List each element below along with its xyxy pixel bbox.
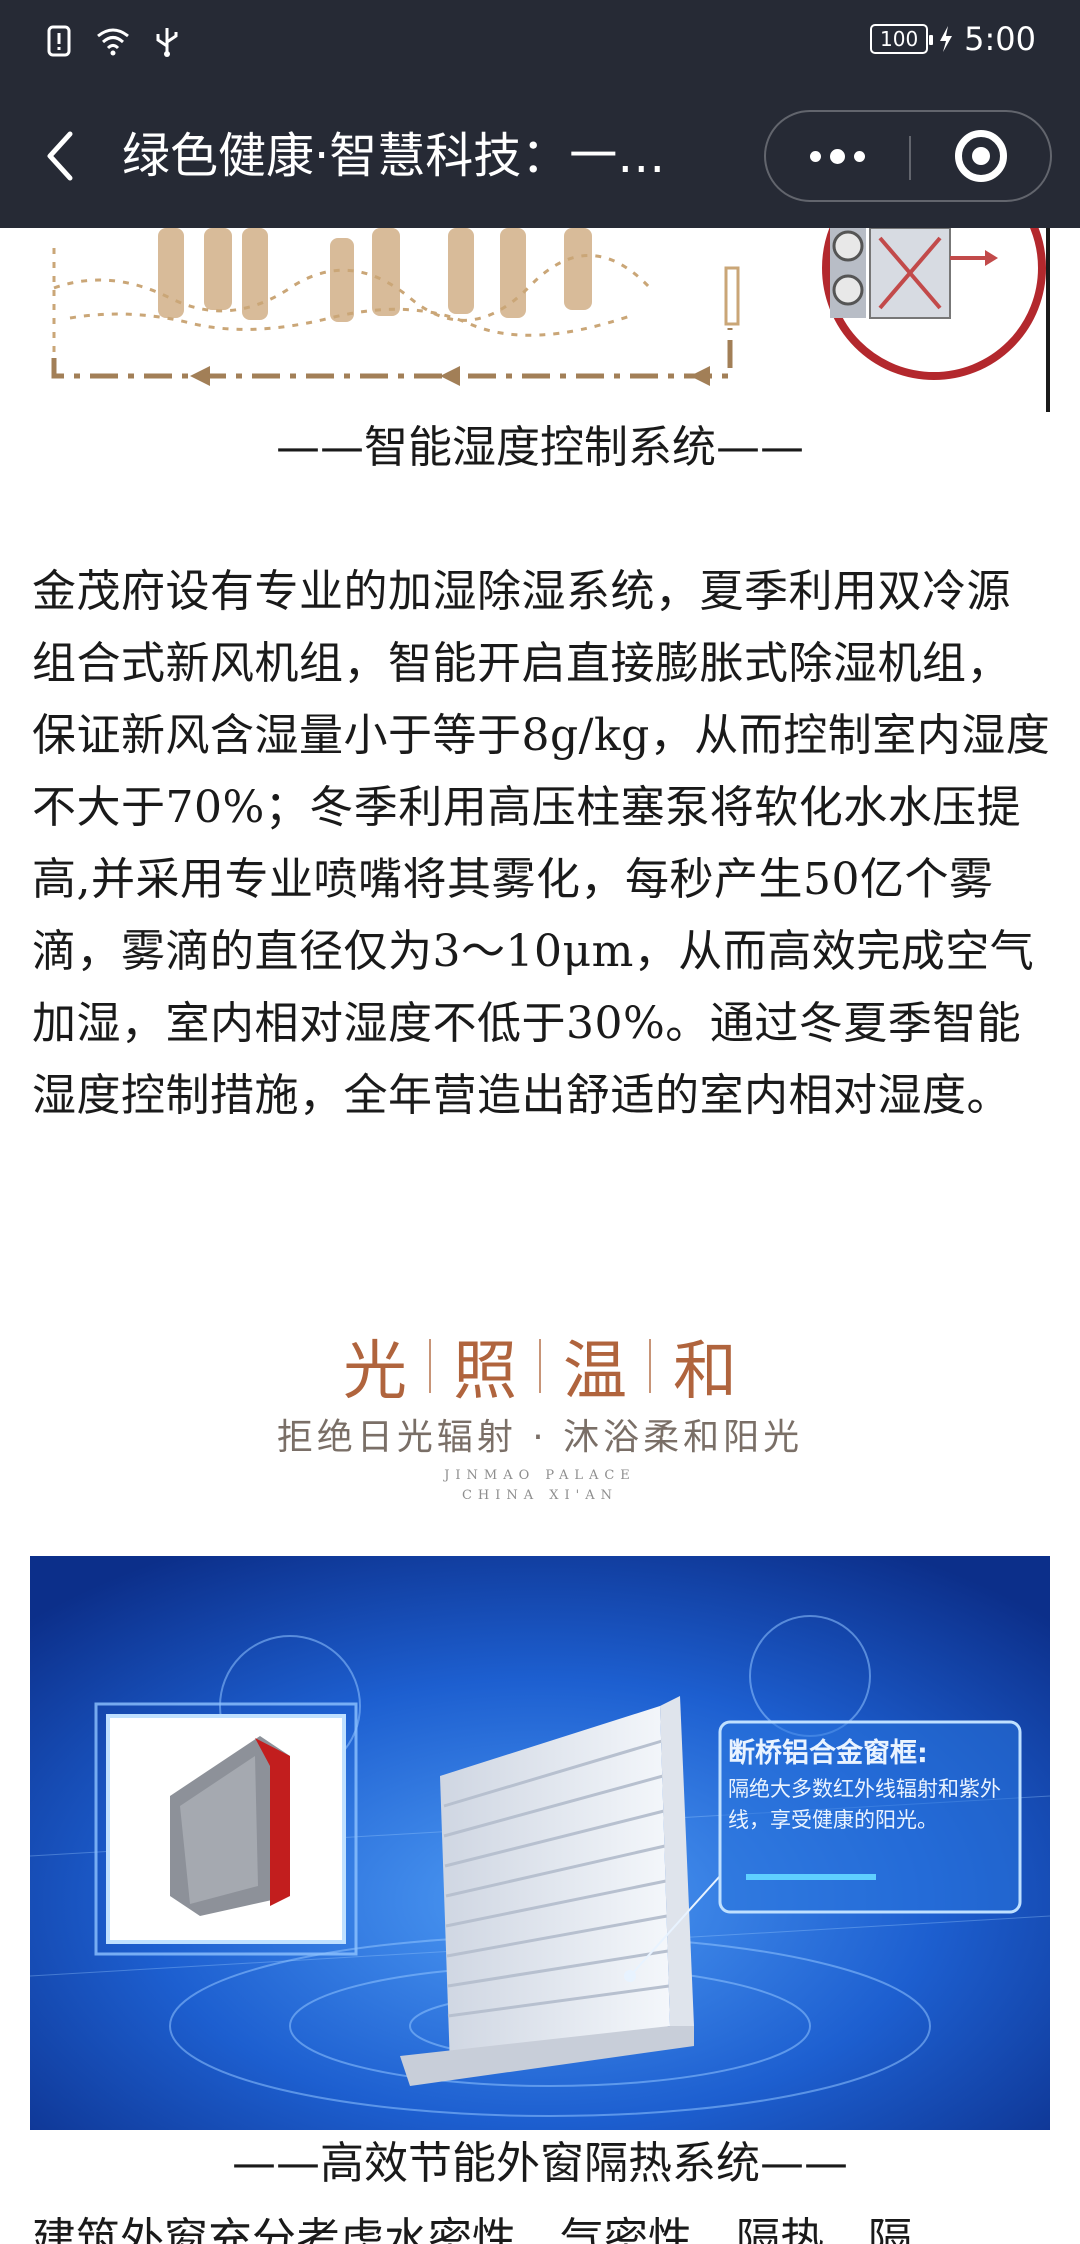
usb-icon	[156, 28, 178, 57]
target-dot	[971, 147, 990, 165]
banner-subtitle: 拒绝日光辐射 · 沐浴柔和阳光	[276, 1417, 804, 1458]
banner-separator	[649, 1339, 651, 1393]
banner-title: 光 照 温 和	[30, 1320, 1050, 1412]
banner-english-line1: JINMAO PALACE	[444, 1468, 636, 1483]
banner-english-line2: CHINA XI'AN	[461, 1488, 619, 1503]
banner-char: 温	[563, 1335, 627, 1409]
status-icons	[42, 24, 184, 58]
back-arrow-icon	[47, 131, 73, 181]
wifi-icon	[97, 28, 129, 56]
article-paragraph: 金茂府设有专业的加湿除湿系统，夏季利用双冷源组合式新风机组，智能开启直接膨胀式除…	[32, 566, 1051, 1121]
window-photo-label-title: 断桥铝合金窗框:	[728, 1738, 928, 1769]
window-system-illustration	[30, 1556, 1050, 2130]
banner-char: 光	[343, 1335, 407, 1409]
more-dot	[830, 148, 845, 164]
target-icon	[954, 130, 1007, 182]
window-system-image	[30, 1556, 1050, 2130]
window-photo-label: 断桥铝合金窗框: 隔绝大多数红外线辐射和紫外线，享受健康的阳光。	[728, 1734, 1002, 1836]
page-title: 绿色健康·智慧科技：一…	[122, 128, 666, 184]
humidity-diagram	[51, 228, 1050, 412]
window-photo-label-text: 隔绝大多数红外线辐射和紫外线，享受健康的阳光。	[728, 1777, 1001, 1832]
banner-separator	[429, 1339, 431, 1393]
status-time: 5:00	[964, 20, 1036, 58]
banner-char: 和	[673, 1335, 737, 1409]
nav-bar: 绿色健康·智慧科技：一…	[0, 84, 1080, 228]
caption-window-system: ——高效节能外窗隔热系统——	[232, 2138, 848, 2189]
banner-english: JINMAO PALACE CHINA XI'AN	[30, 1466, 1050, 1506]
banner-separator	[539, 1339, 541, 1393]
back-button[interactable]	[30, 120, 90, 192]
light-banner-image: 光 照 温 和 拒绝日光辐射 · 沐浴柔和阳光 JINMAO PALACE CH…	[30, 1290, 1050, 1503]
charging-icon	[940, 26, 953, 52]
battery-icon: 100	[870, 24, 934, 54]
humidity-diagram-image	[30, 228, 1050, 412]
alert-icon	[47, 25, 71, 57]
status-right: 100 5:00	[870, 20, 1036, 58]
close-button[interactable]	[911, 112, 1050, 200]
article-next-line: 建筑外窗充分考虑水密性、气密性、隔热、隔	[32, 2214, 912, 2244]
banner-char: 照	[453, 1335, 517, 1409]
more-button[interactable]	[766, 112, 909, 200]
more-dot	[854, 150, 865, 162]
capsule-menu	[764, 110, 1052, 202]
status-bar: 100 5:00	[0, 0, 1080, 84]
more-dot	[810, 150, 821, 162]
caption-humidity-system: ——智能湿度控制系统——	[276, 422, 804, 473]
